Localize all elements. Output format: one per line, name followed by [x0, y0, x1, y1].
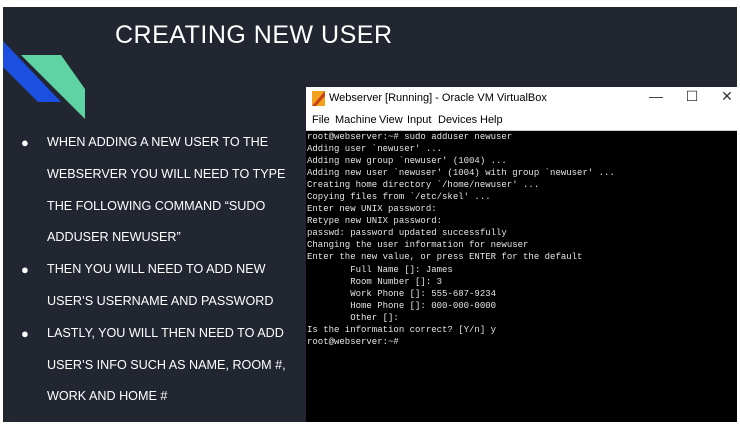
- terminal-line: Adding new group `newuser' (1004) ...: [307, 155, 507, 167]
- terminal-line: Other []:: [307, 311, 399, 323]
- slide-title: CREATING NEW USER: [115, 21, 393, 49]
- bullet-2-line-2: USER’S USERNAME AND PASSWORD: [47, 293, 274, 308]
- bullet-1-line-2: WEBSERVER YOU WILL NEED TO TYPE: [47, 166, 286, 181]
- menu-machine[interactable]: Machine: [335, 114, 377, 126]
- menu-input[interactable]: Input: [407, 114, 431, 126]
- terminal-line: Creating home directory `/home/newuser' …: [307, 179, 540, 191]
- terminal-line: Copying files from `/etc/skel' ...: [307, 191, 491, 203]
- terminal-line: Room Number []: 3: [307, 275, 443, 287]
- slide: CREATING NEW USER ● WHEN ADDING A NEW USE…: [3, 7, 737, 422]
- terminal-line: root@webserver:~#: [307, 335, 399, 347]
- bullet-1-line-4: ADDUSER NEWUSER”: [47, 230, 181, 245]
- bullet-1-line-1: ● WHEN ADDING A NEW USER TO THE: [15, 127, 305, 159]
- terminal-line: Is the information correct? [Y/n] y: [307, 323, 497, 335]
- terminal-console[interactable]: root@webserver:~# sudo adduser newuser A…: [307, 131, 735, 421]
- accent-shapes: [3, 41, 85, 119]
- bullet-3-line-1: ● LASTLY, YOU WILL THEN NEED TO ADD: [15, 318, 305, 350]
- window-title: Webserver [Running] - Oracle VM VirtualB…: [329, 92, 547, 104]
- bullet-list: ● WHEN ADDING A NEW USER TO THE WEBSERVER…: [15, 127, 305, 413]
- bullet-dot: ●: [21, 262, 29, 278]
- virtualbox-icon: [312, 91, 325, 106]
- menu-devices[interactable]: Devices: [438, 114, 477, 126]
- minimize-button[interactable]: —: [646, 88, 666, 104]
- bullet-3-line-3: WORK AND HOME #: [47, 389, 168, 404]
- terminal-line: Adding user `newuser' ...: [307, 143, 443, 155]
- bullet-dot: ●: [21, 325, 29, 341]
- bullet-1-line-3: THE FOLLOWING COMMAND “SUDO: [47, 198, 266, 213]
- terminal-line: Enter the new value, or press ENTER for …: [307, 251, 583, 263]
- bullet-3-line-2: USER’S INFO SUCH AS NAME, ROOM #,: [47, 357, 286, 372]
- menu-file[interactable]: File: [312, 114, 330, 126]
- close-button[interactable]: ✕: [717, 88, 737, 105]
- terminal-line: Work Phone []: 555-687-9234: [307, 287, 497, 299]
- terminal-line: passwd: password updated successfully: [307, 227, 507, 239]
- maximize-button[interactable]: ☐: [682, 88, 702, 105]
- terminal-line: Full Name []: James: [307, 263, 453, 275]
- bullet-2-line-1: ● THEN YOU WILL NEED TO ADD NEW: [15, 254, 305, 286]
- bullet-dot: ●: [21, 135, 29, 150]
- menu-help[interactable]: Help: [480, 114, 503, 126]
- terminal-line: root@webserver:~# sudo adduser newuser: [307, 131, 513, 142]
- terminal-line: Home Phone []: 000-000-0000: [307, 299, 497, 311]
- virtualbox-window-screenshot: Webserver [Running] - Oracle VM VirtualB…: [306, 87, 737, 422]
- terminal-line: Changing the user information for newuse…: [307, 239, 529, 251]
- terminal-line: Enter new UNIX password:: [307, 203, 437, 215]
- terminal-line: Retype new UNIX password:: [307, 215, 443, 227]
- window-menubar: File Machine View Input Devices Help: [306, 111, 737, 131]
- menu-view[interactable]: View: [379, 114, 403, 126]
- terminal-line: Adding new user `newuser' (1004) with gr…: [307, 167, 615, 179]
- window-titlebar: Webserver [Running] - Oracle VM VirtualB…: [306, 87, 737, 111]
